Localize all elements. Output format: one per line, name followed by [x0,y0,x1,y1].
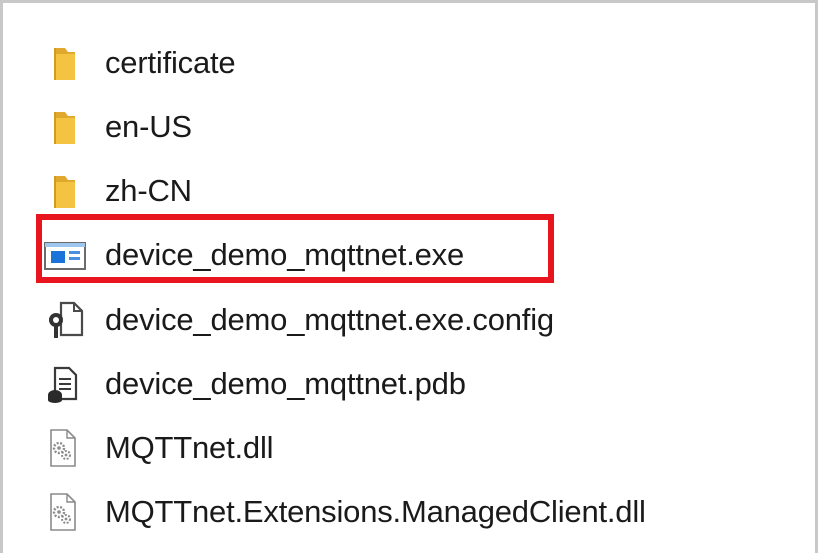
list-item-device-demo-config[interactable]: device_demo_mqttnet.exe.config [43,295,554,345]
file-name: device_demo_mqttnet.pdb [105,366,466,401]
file-name: MQTTnet.dll [105,430,274,465]
file-name: device_demo_mqttnet.exe [105,237,465,272]
config-file-icon [43,300,89,340]
list-item-device-demo-pdb[interactable]: device_demo_mqttnet.pdb [43,359,466,409]
pdb-file-icon [43,364,89,404]
folder-icon [43,171,89,211]
dll-file-icon [43,492,89,532]
dll-file-icon [43,428,89,468]
file-name: device_demo_mqttnet.exe.config [105,302,554,337]
list-item-certificate[interactable]: certificate [43,38,236,88]
file-name: en-US [105,109,192,144]
folder-icon [43,107,89,147]
list-item-en-us[interactable]: en-US [43,102,192,152]
file-name: zh-CN [105,173,192,208]
file-name: certificate [105,45,236,80]
application-icon [43,235,89,275]
folder-icon [43,43,89,83]
list-item-zh-cn[interactable]: zh-CN [43,166,192,216]
explorer-file-pane: certificate en-US zh-CN device_demo_mqtt… [0,0,818,553]
list-item-device-demo-exe[interactable]: device_demo_mqttnet.exe [43,230,464,280]
list-item-mqttnet-extensions-dll[interactable]: MQTTnet.Extensions.ManagedClient.dll [43,487,646,537]
file-name: MQTTnet.Extensions.ManagedClient.dll [105,494,646,529]
list-item-mqttnet-dll[interactable]: MQTTnet.dll [43,423,274,473]
